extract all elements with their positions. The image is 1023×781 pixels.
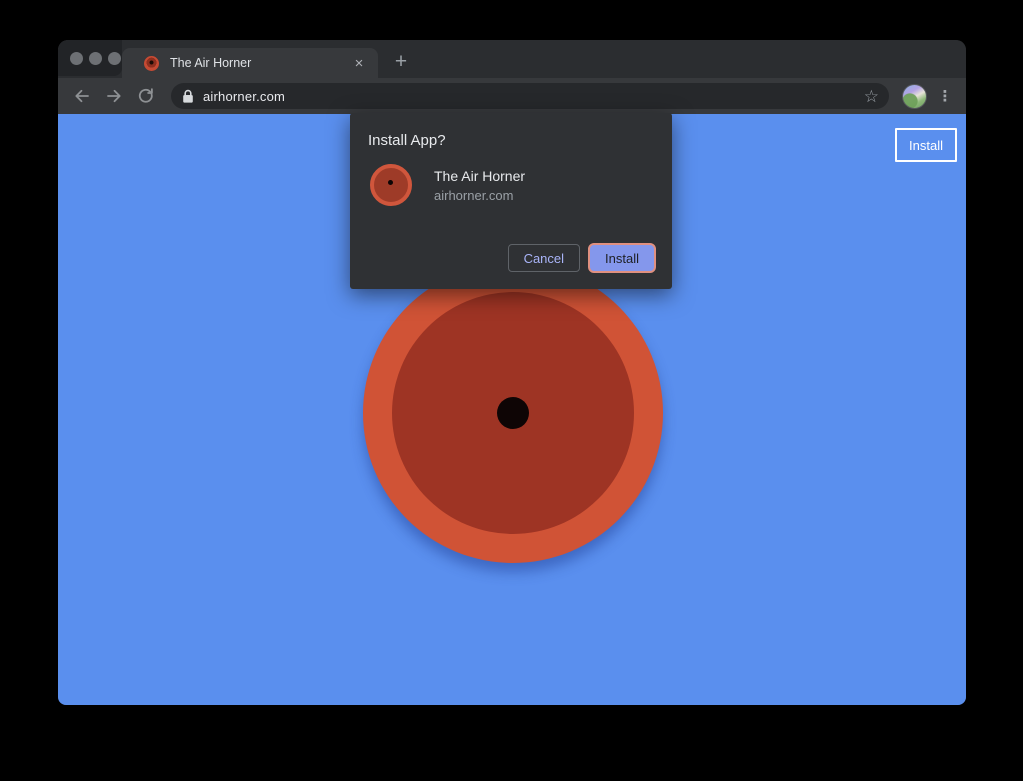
tab-strip: The Air Horner × + <box>58 40 966 78</box>
dialog-app-row: The Air Horner airhorner.com <box>368 164 656 206</box>
zoom-window-button[interactable] <box>108 52 121 65</box>
browser-toolbar: airhorner.com ☆ ⋮ <box>58 78 966 114</box>
dialog-title: Install App? <box>368 132 656 149</box>
back-arrow-icon <box>72 86 92 106</box>
install-button[interactable]: Install <box>588 243 656 273</box>
reload-button[interactable] <box>133 83 159 109</box>
close-window-button[interactable] <box>70 52 83 65</box>
forward-arrow-icon <box>104 86 124 106</box>
app-origin: airhorner.com <box>434 188 525 203</box>
browser-menu-icon[interactable]: ⋮ <box>935 85 955 107</box>
install-app-dialog: Install App? The Air Horner airhorner.co… <box>350 113 672 289</box>
url-text[interactable]: airhorner.com <box>203 89 864 104</box>
address-bar[interactable]: airhorner.com ☆ <box>171 83 889 109</box>
minimize-window-button[interactable] <box>89 52 102 65</box>
profile-avatar[interactable] <box>902 84 927 109</box>
tab-the-air-horner[interactable]: The Air Horner × <box>122 48 378 78</box>
reload-icon <box>136 86 156 106</box>
back-button[interactable] <box>69 83 95 109</box>
cancel-button[interactable]: Cancel <box>508 244 580 272</box>
close-tab-icon[interactable]: × <box>350 54 368 72</box>
window-controls <box>58 40 122 76</box>
air-horn-favicon-icon <box>144 56 159 71</box>
forward-button[interactable] <box>101 83 127 109</box>
air-horn-button[interactable] <box>363 263 663 563</box>
app-name: The Air Horner <box>434 168 525 184</box>
new-tab-button[interactable]: + <box>388 49 414 75</box>
air-horn-inner-circle <box>392 292 634 534</box>
air-horn-app-icon <box>370 164 412 206</box>
page-install-button[interactable]: Install <box>895 128 957 162</box>
lock-icon <box>182 89 194 104</box>
air-horn-center-dot <box>497 397 529 429</box>
bookmark-star-icon[interactable]: ☆ <box>864 88 879 105</box>
tab-title: The Air Horner <box>170 56 350 70</box>
dialog-buttons: Cancel Install <box>368 243 656 273</box>
